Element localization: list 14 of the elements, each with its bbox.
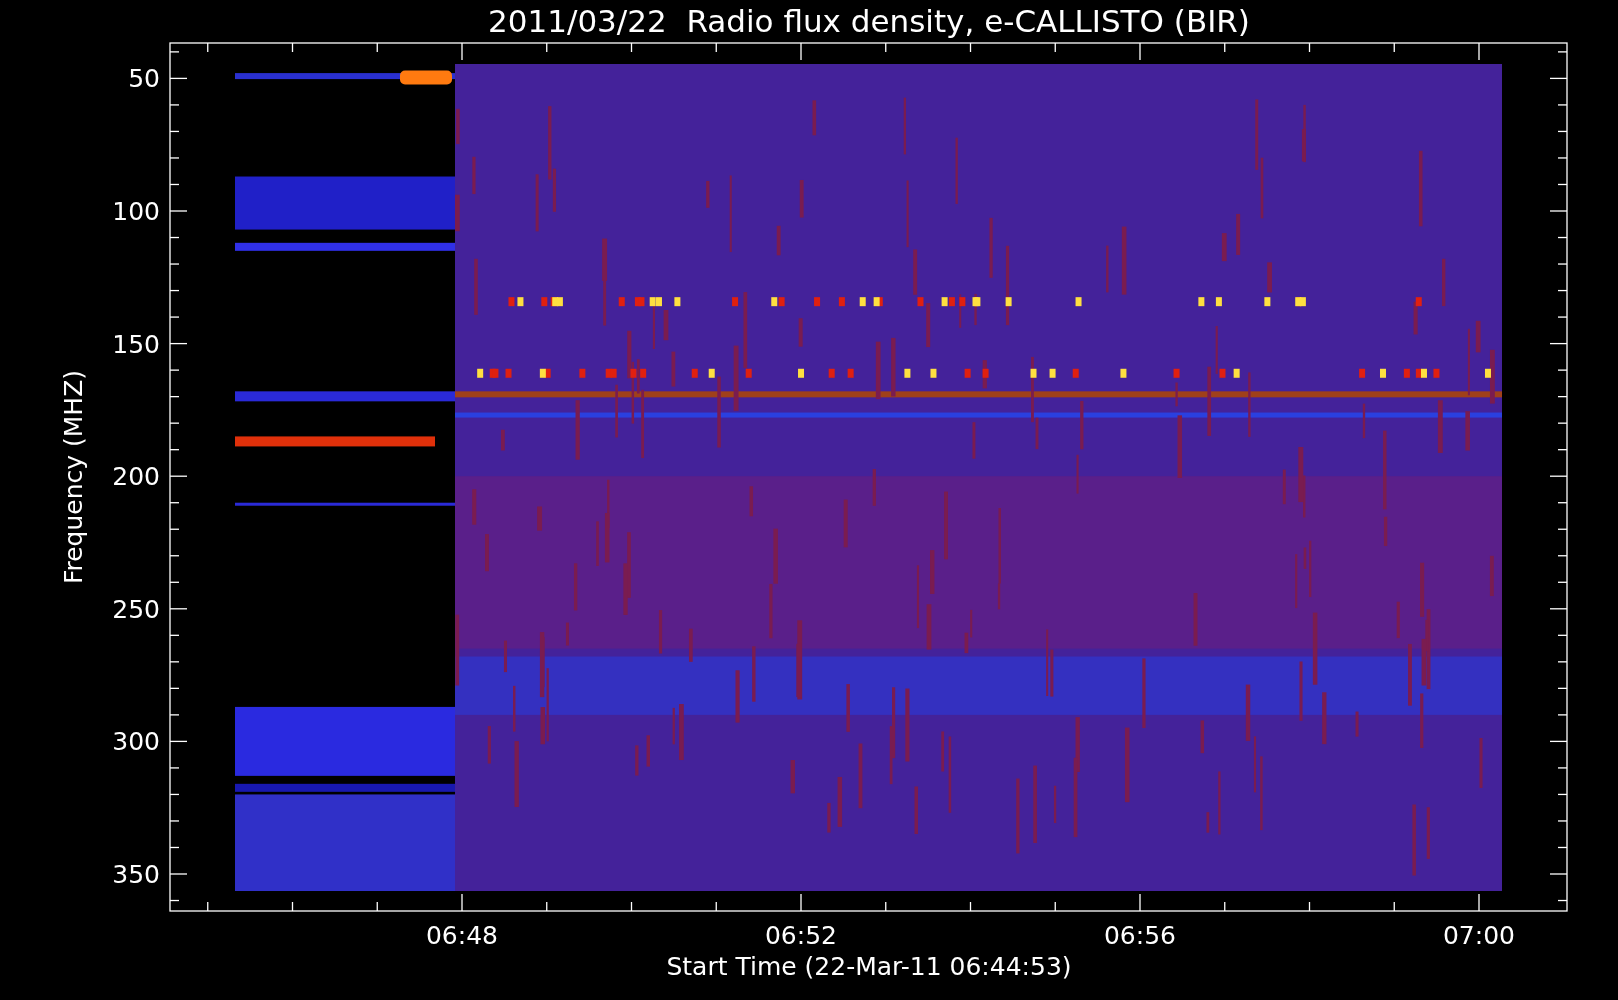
y-tick-label: 200 [112, 462, 160, 492]
y-tick-label: 250 [112, 594, 160, 624]
x-tick-label: 06:52 [765, 921, 837, 950]
y-tick-label: 100 [112, 197, 160, 226]
y-tick-label: 150 [112, 329, 160, 359]
x-tick-label: 06:48 [426, 921, 498, 950]
x-tick-label: 06:56 [1104, 921, 1176, 950]
chart-title: 2011/03/22 Radio flux density, e-CALLISTO (BIR) [488, 3, 1250, 39]
x-axis-label: Start Time (22-Mar-11 06:44:53) [666, 952, 1072, 981]
y-tick-label: 300 [112, 727, 160, 757]
y-tick-label: 350 [112, 860, 160, 889]
y-axis-label: Frequency (MHZ) [59, 369, 88, 585]
x-tick-label: 07:00 [1443, 921, 1515, 950]
y-tick-label: 50 [128, 64, 160, 94]
